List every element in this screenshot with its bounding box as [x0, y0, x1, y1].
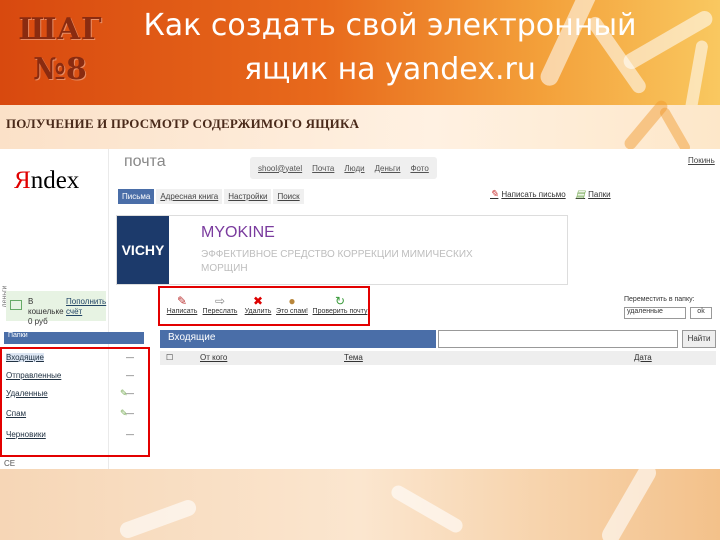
- decor-ray: [388, 482, 466, 536]
- write-letter-label: Написать письмо: [501, 190, 566, 199]
- folders-label: Папки: [588, 190, 611, 199]
- folders-highlight: [0, 347, 150, 457]
- folder-spam[interactable]: Спам: [6, 409, 26, 418]
- nav-photo-link[interactable]: Фото: [410, 164, 428, 173]
- move-ok-button[interactable]: ok: [690, 307, 712, 319]
- column-from[interactable]: От кого: [200, 353, 227, 362]
- title-line-1: Как создать свой электронный: [143, 8, 637, 43]
- folder-dash: —: [126, 371, 134, 380]
- pen-icon: ✎: [490, 189, 499, 200]
- inbox-title-bar: Входящие: [160, 330, 436, 348]
- vichy-logo: VICHY: [117, 216, 169, 284]
- banner-slogan: ЭФФЕКТИВНОЕ СРЕДСТВО КОРРЕКЦИИ МИМИЧЕСКИ…: [201, 249, 473, 274]
- write-button-label: Написать: [166, 308, 198, 315]
- money-widget: В кошельке 0 руб Пополнить счёт: [6, 291, 106, 326]
- column-date[interactable]: Дата: [634, 353, 652, 362]
- logo-text: ndex: [30, 167, 80, 194]
- tab-settings[interactable]: Настройки: [224, 189, 272, 204]
- folder-dash: —: [126, 409, 134, 418]
- nav-mail-link[interactable]: Почта: [312, 164, 334, 173]
- folders-header: Папки: [4, 332, 144, 344]
- slide-footer: [0, 469, 720, 540]
- step-number: ШАГ №8: [6, 10, 114, 90]
- yandex-logo[interactable]: Яndex: [14, 167, 79, 195]
- folder-sent[interactable]: Отправленные: [6, 371, 61, 380]
- forward-button-label: Переслать: [202, 308, 238, 315]
- folder-icon: ▤: [575, 189, 586, 200]
- pencil-icon: ✎: [176, 294, 188, 308]
- wallet-balance: В кошельке 0 руб: [28, 297, 64, 326]
- write-letter-link[interactable]: ✎ Написать письмо: [490, 189, 566, 200]
- folder-dash: —: [126, 353, 134, 362]
- nav-people-link[interactable]: Люди: [344, 164, 364, 173]
- decor-ray: [622, 98, 670, 152]
- decor-ray: [117, 497, 199, 540]
- section-title: почта: [124, 153, 166, 170]
- move-to-folder-label: Переместить в папку:: [624, 296, 695, 303]
- search-button[interactable]: Найти: [682, 330, 716, 348]
- write-button[interactable]: ✎ Написать: [162, 294, 202, 315]
- mail-search-input[interactable]: [438, 330, 678, 348]
- check-mail-button[interactable]: ↻ Проверить почту: [312, 294, 368, 315]
- topup-link[interactable]: Пополнить счёт: [66, 297, 106, 317]
- check-mail-label: Проверить почту: [312, 308, 368, 315]
- banner-product: MYOKINE: [201, 224, 275, 241]
- logo-letter: Я: [14, 167, 31, 194]
- wallet-icon: [10, 300, 22, 310]
- folders-link[interactable]: ▤ Папки: [576, 189, 611, 200]
- decor-ray: [683, 39, 709, 105]
- folder-select[interactable]: удаленные: [624, 307, 686, 319]
- mail-tabs: Письма Адресная книга Настройки Поиск: [118, 189, 304, 204]
- mail-screenshot: Яndex почта shool@yatel Почта Люди Деньг…: [0, 149, 720, 469]
- title-line-2: ящик на yandex.ru: [244, 52, 536, 87]
- decor-ray: [598, 469, 660, 540]
- folder-inbox[interactable]: Входящие: [6, 353, 44, 362]
- right-links: ✎ Написать письмо ▤ Папки: [490, 189, 611, 200]
- forward-arrow-icon: ⇨: [214, 294, 226, 308]
- nav-money-link[interactable]: Деньги: [375, 164, 401, 173]
- bottom-label: CE: [4, 459, 16, 468]
- column-subject[interactable]: Тема: [344, 353, 363, 362]
- tab-letters[interactable]: Письма: [118, 189, 155, 204]
- slide-subtitle: ПОЛУЧЕНИЕ И ПРОСМОТР СОДЕРЖИМОГО ЯЩИКА: [6, 116, 360, 131]
- folder-dash: —: [126, 430, 134, 439]
- user-nav: shool@yatel Почта Люди Деньги Фото: [250, 157, 437, 179]
- mail-toolbar: ✎ Написать ⇨ Переслать ✖ Удалить ● Это с…: [158, 286, 370, 326]
- refresh-icon: ↻: [334, 294, 346, 308]
- tab-address-book[interactable]: Адресная книга: [156, 189, 223, 204]
- exit-link[interactable]: Покинь: [688, 156, 715, 165]
- tab-search[interactable]: Поиск: [273, 189, 304, 204]
- user-login-link[interactable]: shool@yatel: [258, 164, 302, 173]
- folder-deleted[interactable]: Удаленные: [6, 389, 48, 398]
- slide-title: Как создать свой электронный ящик на yan…: [110, 4, 670, 92]
- ad-banner[interactable]: VICHY MYOKINE ЭФФЕКТИВНОЕ СРЕДСТВО КОРРЕ…: [116, 215, 568, 285]
- forward-button[interactable]: ⇨ Переслать: [200, 294, 240, 315]
- spam-button-label: Это спам!: [276, 308, 308, 315]
- message-list-header: ☐ От кого Тема Дата: [160, 351, 716, 365]
- folder-dash: —: [126, 389, 134, 398]
- spam-icon: ●: [288, 294, 296, 308]
- spam-button[interactable]: ● Это спам!: [272, 294, 312, 315]
- step-label: ШАГ: [18, 12, 102, 47]
- select-all-checkbox[interactable]: ☐: [166, 353, 173, 362]
- folder-drafts[interactable]: Черновики: [6, 430, 46, 439]
- step-number-label: №8: [33, 52, 87, 87]
- decor-ray: [658, 105, 692, 155]
